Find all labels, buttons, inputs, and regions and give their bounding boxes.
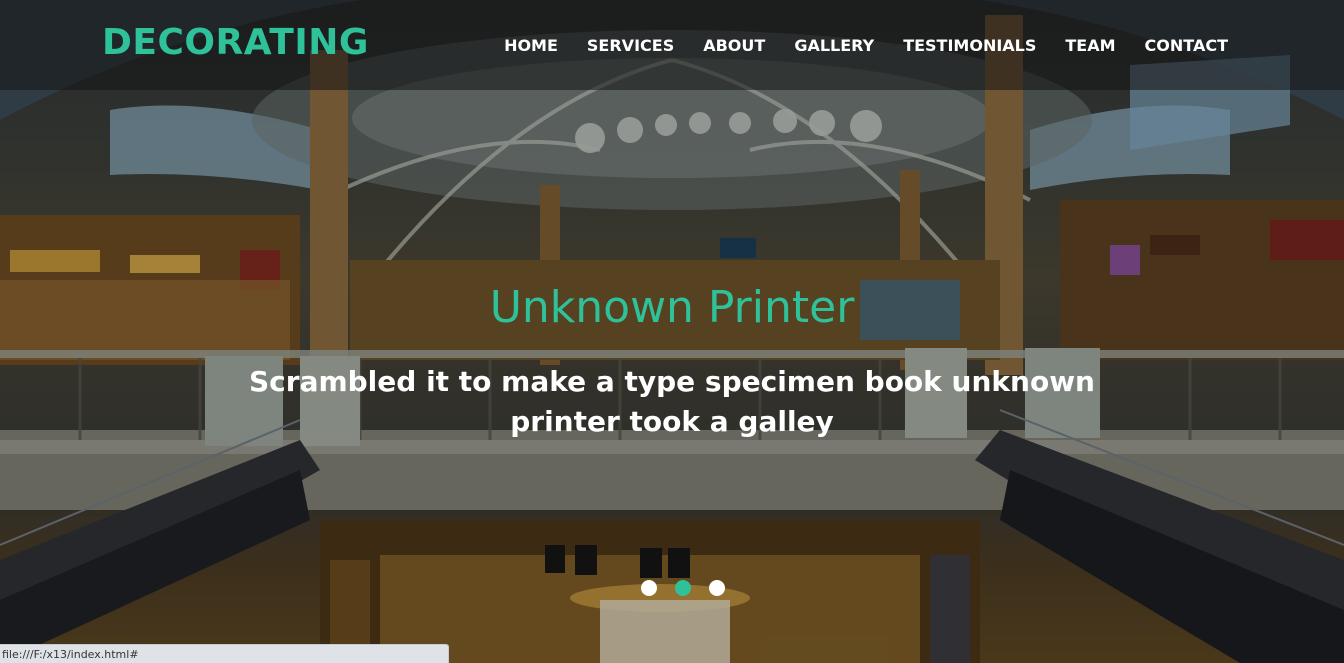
nav-gallery[interactable]: GALLERY — [794, 36, 874, 55]
carousel-dot-3[interactable] — [709, 580, 725, 596]
site-logo[interactable]: DECORATING — [102, 22, 369, 63]
nav-about[interactable]: ABOUT — [703, 36, 765, 55]
carousel-dot-1[interactable] — [641, 580, 657, 596]
nav-home[interactable]: HOME — [504, 36, 558, 55]
browser-status-bar: file:///F:/x13/index.html# — [0, 644, 449, 663]
slide-subtitle: Scrambled it to make a type specimen boo… — [249, 365, 1095, 438]
main-nav: HOME SERVICES ABOUT GALLERY TESTIMONIALS… — [504, 36, 1228, 55]
nav-services[interactable]: SERVICES — [587, 36, 674, 55]
nav-team[interactable]: TEAM — [1065, 36, 1115, 55]
nav-contact[interactable]: CONTACT — [1145, 36, 1228, 55]
navbar: DECORATING HOME SERVICES ABOUT GALLERY T… — [0, 0, 1344, 90]
nav-testimonials[interactable]: TESTIMONIALS — [903, 36, 1036, 55]
carousel-dot-2[interactable] — [675, 580, 691, 596]
carousel-indicators — [641, 580, 725, 596]
slide-title: Unknown Printer — [489, 282, 855, 333]
